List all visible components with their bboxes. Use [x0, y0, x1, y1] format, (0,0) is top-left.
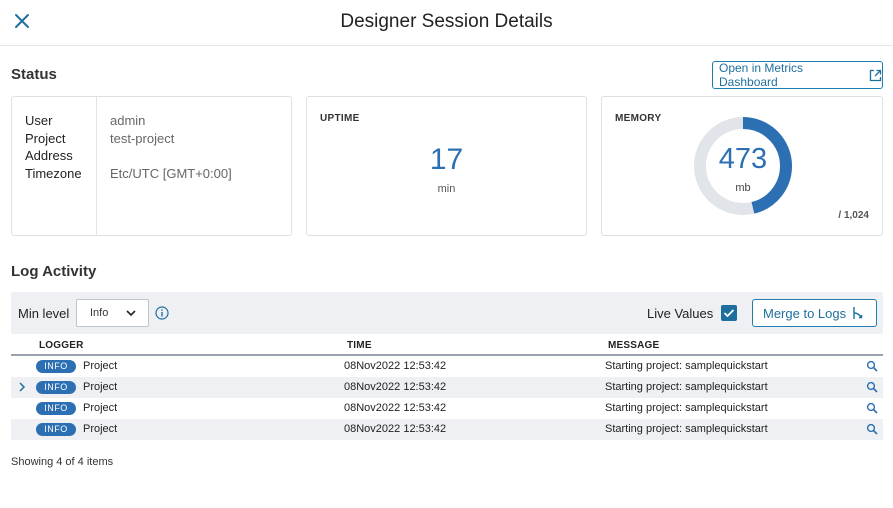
pagination-summary: Showing 4 of 4 items — [11, 456, 114, 468]
live-values-checkbox[interactable] — [721, 305, 737, 321]
time-cell: 08Nov2022 12:53:42 — [344, 423, 447, 435]
table-row[interactable]: INFO Project 08Nov2022 12:53:42 Starting… — [11, 377, 883, 398]
details-keys: User Project Address Timezone — [25, 112, 82, 183]
uptime-card: UPTIME 17 min — [306, 96, 587, 236]
details-values: admin test-project Etc/UTC [GMT+0:00] — [110, 112, 232, 183]
time-cell: 08Nov2022 12:53:42 — [344, 360, 447, 372]
key-user: User — [25, 113, 53, 128]
key-timezone: Timezone — [25, 166, 82, 182]
time-cell: 08Nov2022 12:53:42 — [344, 402, 447, 414]
memory-card: MEMORY 473 mb / 1,024 — [601, 96, 883, 236]
metrics-button-label: Open in Metrics Dashboard — [719, 61, 804, 89]
memory-total: / 1,024 — [838, 210, 869, 221]
info-icon[interactable] — [155, 306, 169, 320]
merge-to-logs-button[interactable]: Merge to Logs — [752, 299, 877, 327]
chevron-down-icon — [126, 310, 136, 317]
memory-value: 473 — [718, 143, 768, 175]
table-row[interactable]: INFO Project 08Nov2022 12:53:42 Starting… — [11, 419, 883, 440]
message-cell: Starting project: samplequickstart — [605, 402, 768, 414]
chevron-right-icon[interactable] — [18, 382, 26, 392]
column-header-logger[interactable]: LOGGER — [39, 340, 84, 351]
status-heading: Status — [11, 66, 57, 83]
key-project: Project — [25, 130, 66, 146]
uptime-label: UPTIME — [320, 113, 360, 124]
modal-header: Designer Session Details — [0, 0, 893, 46]
search-icon[interactable] — [866, 402, 878, 414]
level-badge: INFO — [36, 402, 76, 415]
logger-cell: Project — [83, 423, 118, 435]
merge-button-label: Merge to Logs — [763, 305, 847, 321]
session-details-card: User Project Address Timezone admin test… — [11, 96, 292, 236]
level-badge: INFO — [36, 360, 76, 373]
table-row[interactable]: INFO Project 08Nov2022 12:53:42 Starting… — [11, 398, 883, 419]
time-cell: 08Nov2022 12:53:42 — [344, 381, 447, 393]
live-values-label: Live Values — [647, 306, 714, 321]
open-metrics-dashboard-button[interactable]: Open in Metrics Dashboard — [712, 61, 883, 89]
min-level-select[interactable]: Info — [76, 299, 149, 327]
min-level-label: Min level — [18, 306, 70, 321]
key-address: Address — [25, 148, 73, 164]
value-project: test-project — [110, 130, 175, 146]
external-link-icon — [869, 69, 882, 81]
logger-cell: Project — [83, 360, 118, 372]
checkmark-icon — [723, 309, 735, 318]
memory-unit: mb — [735, 182, 751, 194]
uptime-value: 17 — [429, 143, 464, 176]
search-icon[interactable] — [866, 381, 878, 393]
search-icon[interactable] — [866, 423, 878, 435]
value-timezone: Etc/UTC [GMT+0:00] — [110, 166, 232, 182]
uptime-unit: min — [437, 183, 456, 195]
value-user: admin — [110, 113, 146, 128]
column-header-time[interactable]: TIME — [347, 340, 372, 351]
search-icon[interactable] — [866, 360, 878, 372]
message-cell: Starting project: samplequickstart — [605, 381, 768, 393]
message-cell: Starting project: samplequickstart — [605, 423, 768, 435]
page-title: Designer Session Details — [340, 11, 553, 32]
memory-label: MEMORY — [615, 113, 662, 124]
min-level-value: Info — [90, 307, 109, 319]
column-header-message[interactable]: MESSAGE — [608, 340, 659, 351]
message-cell: Starting project: samplequickstart — [605, 360, 768, 372]
merge-icon — [853, 307, 863, 319]
level-badge: INFO — [36, 423, 76, 436]
log-toolbar: Min level Info Live Values Merge to Logs — [11, 292, 883, 334]
logger-cell: Project — [83, 402, 118, 414]
log-activity-heading: Log Activity — [11, 263, 97, 280]
level-badge: INFO — [36, 381, 76, 394]
details-divider — [96, 97, 97, 235]
logger-cell: Project — [83, 381, 118, 393]
table-row[interactable]: INFO Project 08Nov2022 12:53:42 Starting… — [11, 356, 883, 377]
value-address — [110, 147, 232, 165]
